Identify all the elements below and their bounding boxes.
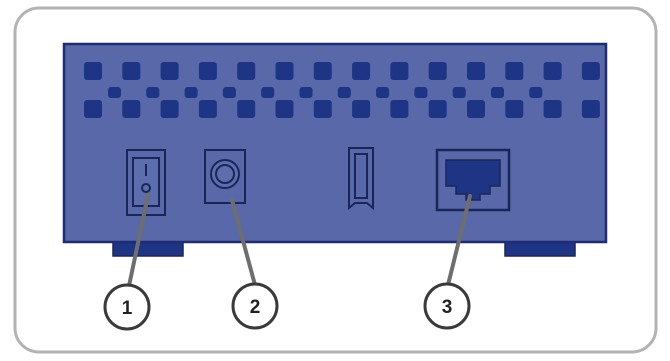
vent-slot (160, 62, 179, 80)
vent-slot (122, 62, 141, 80)
vent-slot (237, 62, 256, 80)
vent-slot (452, 87, 466, 98)
vent-slot (84, 62, 102, 80)
vent-slot (108, 87, 121, 98)
vent-slot (261, 87, 275, 98)
ethernet-port (435, 148, 511, 212)
callout-1-label: 1 (122, 298, 133, 319)
vent-slot (581, 62, 600, 80)
vent-slot (414, 87, 428, 98)
callout-1: 1 (103, 283, 151, 331)
vent-slot (467, 100, 485, 118)
vent-slot (390, 100, 409, 118)
vent-slot (184, 87, 198, 98)
vent-slot (352, 62, 371, 80)
vent-slot (376, 87, 390, 98)
vent-slot (491, 87, 504, 98)
vent-slot (581, 100, 600, 118)
vent-slot (390, 62, 409, 80)
slot-port (348, 147, 374, 211)
vent-slot (543, 62, 562, 80)
vent-slot (529, 87, 543, 98)
power-connector (204, 149, 246, 204)
vent-slot (198, 62, 217, 80)
vent-slot (222, 87, 236, 98)
vent-slot (467, 62, 485, 80)
vent-slot (313, 100, 332, 118)
vent-slot (237, 100, 256, 118)
vent-slot (337, 87, 351, 98)
vent-slot (505, 100, 524, 118)
vent-slot (428, 100, 447, 118)
vent-slot (275, 62, 294, 80)
vent-slot (428, 62, 447, 80)
rear-panel-diagram: 1 2 3 (13, 6, 658, 354)
vent-slot (543, 100, 562, 118)
vent-slot (275, 100, 294, 118)
vent-slot (160, 100, 179, 118)
vent-slot (299, 87, 313, 98)
vent-slot (352, 100, 371, 118)
callout-3: 3 (423, 282, 471, 330)
vent-slot (505, 62, 524, 80)
vent-slot (84, 100, 102, 118)
vent-slot (313, 62, 332, 80)
vent-slot (146, 87, 160, 98)
vent-slot (198, 100, 217, 118)
callout-2-label: 2 (250, 297, 261, 318)
callout-2: 2 (231, 282, 279, 330)
vent-slot (122, 100, 141, 118)
callout-3-label: 3 (442, 297, 453, 318)
